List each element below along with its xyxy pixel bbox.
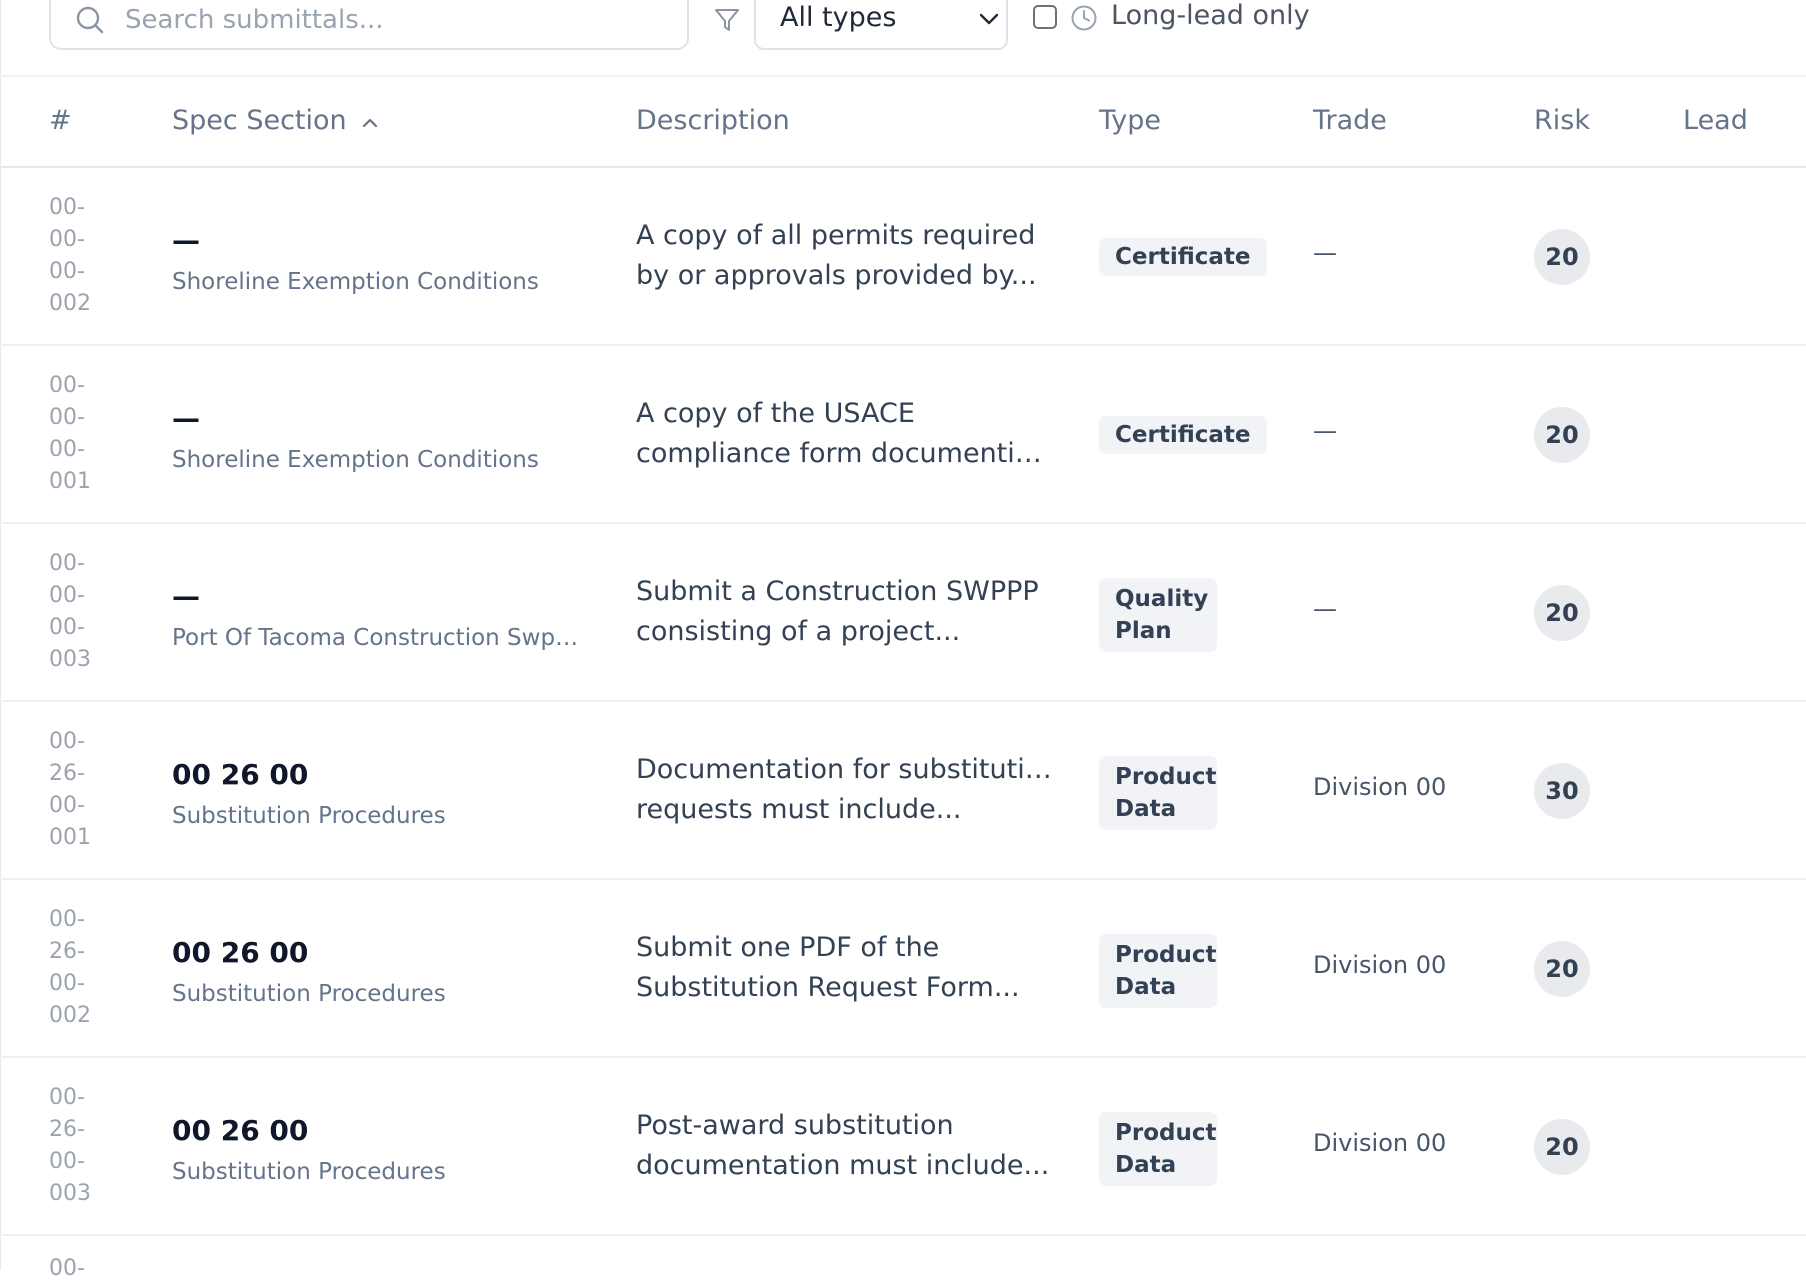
spec-code: — bbox=[172, 580, 200, 613]
column-header-number[interactable]: # bbox=[49, 105, 72, 136]
submittal-number: 00- 00- 00- 002 bbox=[49, 195, 91, 316]
type-badge: Product Data bbox=[1099, 934, 1217, 1008]
spec-name: Port Of Tacoma Construction Swpp... bbox=[172, 625, 582, 651]
description: Documentation for substitution requests m… bbox=[636, 754, 1056, 825]
clock-icon bbox=[1071, 5, 1097, 31]
risk-score: 30 bbox=[1534, 763, 1590, 819]
type-badge: Certificate bbox=[1099, 238, 1267, 276]
column-header-lead[interactable]: Lead bbox=[1683, 105, 1748, 136]
trade: — bbox=[1313, 595, 1337, 623]
submittal-number: 00- 26- 00- 001 bbox=[49, 729, 91, 850]
risk-score: 20 bbox=[1534, 229, 1590, 285]
chevron-down-icon bbox=[979, 13, 999, 25]
spec-name: Shoreline Exemption Conditions bbox=[172, 269, 539, 295]
column-header-spec-section[interactable]: Spec Section bbox=[172, 105, 379, 136]
description: A copy of all permits required by or appr… bbox=[636, 220, 1037, 291]
type-filter-select[interactable]: All types bbox=[754, 0, 1008, 50]
table-row[interactable]: 00- 00- 00- 003 — Port Of Tacoma Constructi… bbox=[0, 524, 1806, 702]
spec-name: Substitution Procedures bbox=[172, 803, 446, 829]
search-box[interactable] bbox=[49, 0, 689, 50]
spec-code: — bbox=[172, 224, 200, 257]
sort-ascending-icon bbox=[362, 118, 377, 127]
risk-score: 20 bbox=[1534, 407, 1590, 463]
table-header: # Spec Section Description Type Trade Ri… bbox=[0, 77, 1806, 168]
trade: — bbox=[1313, 417, 1337, 445]
type-filter-value: All types bbox=[780, 2, 897, 33]
table-row[interactable]: 00- 00- 00- 002 — Shoreline Exemption Condi… bbox=[0, 168, 1806, 346]
trade: — bbox=[1313, 239, 1337, 267]
submittal-number: 00- 00- 00- 003 bbox=[49, 551, 91, 672]
submittal-number-partial: 00- bbox=[49, 1256, 85, 1281]
type-badge: Quality Plan bbox=[1099, 578, 1217, 652]
submittal-number: 00- 26- 00- 002 bbox=[49, 907, 91, 1028]
column-header-description[interactable]: Description bbox=[636, 105, 790, 136]
table-row[interactable]: 00- 26- 00- 003 00 26 00 Substitution Proce… bbox=[0, 1058, 1806, 1236]
trade: Division 00 bbox=[1313, 951, 1447, 979]
column-header-risk[interactable]: Risk bbox=[1534, 105, 1590, 136]
type-badge: Product Data bbox=[1099, 1112, 1217, 1186]
description: A copy of the USACE compliance form docum… bbox=[636, 398, 1056, 469]
filter-icon[interactable] bbox=[713, 6, 741, 34]
long-lead-checkbox[interactable] bbox=[1033, 5, 1057, 29]
spec-code: 00 26 00 bbox=[172, 1114, 309, 1147]
column-header-spec-section-label: Spec Section bbox=[172, 105, 347, 136]
spec-code: — bbox=[172, 402, 200, 435]
search-icon bbox=[76, 6, 104, 34]
table-row[interactable]: 00- 26- 00- 002 00 26 00 Substitution Proce… bbox=[0, 880, 1806, 1058]
table-row[interactable]: 00- 00- 00- 001 — Shoreline Exemption Condi… bbox=[0, 346, 1806, 524]
description: Submit one PDF of the Substitution Reques… bbox=[636, 932, 1020, 1003]
trade: Division 00 bbox=[1313, 773, 1447, 801]
submittal-number: 00- 26- 00- 003 bbox=[49, 1085, 91, 1206]
risk-score: 20 bbox=[1534, 585, 1590, 641]
risk-score: 20 bbox=[1534, 1119, 1590, 1175]
column-header-type[interactable]: Type bbox=[1099, 105, 1161, 136]
long-lead-label: Long-lead only bbox=[1111, 0, 1310, 31]
toolbar: All types Long-lead only bbox=[0, 0, 1806, 77]
type-badge: Certificate bbox=[1099, 416, 1267, 454]
description: Post-award substitution documentation mus… bbox=[636, 1110, 1050, 1181]
description: Submit a Construction SWPPP consisting of… bbox=[636, 576, 1039, 647]
spec-name: Substitution Procedures bbox=[172, 981, 446, 1007]
spec-code: 00 26 00 bbox=[172, 758, 309, 791]
search-input[interactable] bbox=[123, 0, 667, 42]
table-row[interactable]: 00- 26- 00- 001 00 26 00 Substitution Proce… bbox=[0, 702, 1806, 880]
spec-name: Substitution Procedures bbox=[172, 1159, 446, 1185]
submittal-number: 00- 00- 00- 001 bbox=[49, 373, 91, 494]
column-header-trade[interactable]: Trade bbox=[1313, 105, 1387, 136]
trade: Division 00 bbox=[1313, 1129, 1447, 1157]
risk-score: 20 bbox=[1534, 941, 1590, 997]
spec-name: Shoreline Exemption Conditions bbox=[172, 447, 539, 473]
type-badge: Product Data bbox=[1099, 756, 1217, 830]
spec-code: 00 26 00 bbox=[172, 936, 309, 969]
